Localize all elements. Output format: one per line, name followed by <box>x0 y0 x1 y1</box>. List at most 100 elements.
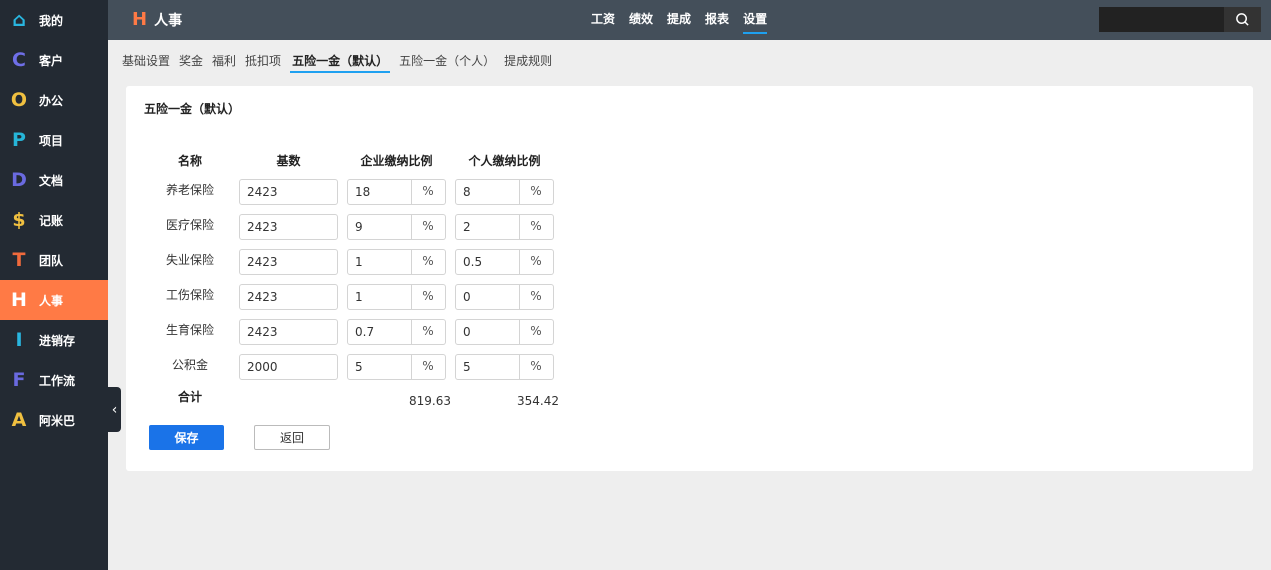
column-header-company-rate: 企业缴纳比例 <box>360 154 433 168</box>
company-rate-input[interactable]: 1 <box>347 249 412 275</box>
letter-o-icon: O <box>10 89 28 111</box>
sidebar-item-label: 记账 <box>39 213 64 228</box>
base-input[interactable]: 2423 <box>239 179 338 205</box>
letter-i-icon: I <box>15 329 23 351</box>
insurance-name: 养老保险 <box>165 183 214 197</box>
company-rate-input[interactable]: 0.7 <box>347 319 412 345</box>
insurance-card: 五险一金（默认） 名称 基数 企业缴纳比例 个人缴纳比例 养老保险 2423 1… <box>126 86 1253 471</box>
sidebar-item-label: 我的 <box>39 13 64 28</box>
sidebar-item-6[interactable]: T 团队 <box>0 240 108 280</box>
sidebar-item-0[interactable]: ⌂ 我的 <box>0 0 108 40</box>
chevron-left-icon: ‹ <box>111 401 118 418</box>
save-button[interactable]: 保存 <box>149 425 224 450</box>
percent-addon: % <box>519 354 554 380</box>
insurance-row: 公积金 2000 5 % 5 % <box>126 354 566 380</box>
base-input[interactable]: 2423 <box>239 214 338 240</box>
tab-item[interactable]: 五险一金（个人） <box>399 52 495 73</box>
percent-addon: % <box>519 319 554 345</box>
base-input[interactable]: 2423 <box>239 319 338 345</box>
sidebar-item-label: 进销存 <box>39 333 76 348</box>
sidebar-item-5[interactable]: $ 记账 <box>0 200 108 240</box>
letter-f-icon: F <box>12 369 26 391</box>
insurance-row: 工伤保险 2423 1 % 0 % <box>126 284 566 310</box>
search-input[interactable] <box>1099 7 1224 32</box>
company-rate-input[interactable]: 9 <box>347 214 412 240</box>
percent-addon: % <box>411 284 446 310</box>
top-nav-item[interactable]: 报表 <box>705 0 729 34</box>
letter-c-icon: C <box>12 49 26 71</box>
sidebar-item-10[interactable]: A 阿米巴 <box>0 400 108 440</box>
letter-p-icon: P <box>12 129 26 151</box>
personal-rate-input[interactable]: 5 <box>455 354 520 380</box>
hr-logo-icon: H <box>132 9 148 30</box>
column-header-name: 名称 <box>177 154 202 168</box>
base-input[interactable]: 2000 <box>239 354 338 380</box>
percent-addon: % <box>519 214 554 240</box>
collapse-sidebar-button[interactable]: ‹ <box>108 387 121 432</box>
company-rate-input[interactable]: 18 <box>347 179 412 205</box>
insurance-name: 工伤保险 <box>165 288 214 302</box>
tab-item[interactable]: 抵扣项 <box>245 52 281 73</box>
sidebar-item-7[interactable]: H 人事 <box>0 280 108 320</box>
sidebar-item-4[interactable]: D 文档 <box>0 160 108 200</box>
top-nav-item[interactable]: 工资 <box>591 0 615 34</box>
total-company: 819.63 <box>409 394 451 408</box>
top-nav-item[interactable]: 提成 <box>667 0 691 34</box>
tab-item[interactable]: 基础设置 <box>122 52 170 73</box>
insurance-row: 失业保险 2423 1 % 0.5 % <box>126 249 566 275</box>
app-brand: H 人事 <box>132 9 182 30</box>
tab-item[interactable]: 福利 <box>212 52 236 73</box>
sidebar-item-label: 工作流 <box>39 373 76 388</box>
tab-item[interactable]: 提成规则 <box>504 52 552 73</box>
sidebar: ⌂ 我的 C 客户 O 办公 P 项目 D 文档 $ 记账 T 团队 H 人事 I 进销存 F 工作流 A 阿米巴 <box>0 0 108 570</box>
sidebar-item-3[interactable]: P 项目 <box>0 120 108 160</box>
top-nav: 工资 绩效 提成 报表 设置 <box>591 0 768 34</box>
sidebar-item-label: 项目 <box>39 133 64 148</box>
sidebar-item-label: 阿米巴 <box>39 413 76 428</box>
insurance-name: 生育保险 <box>165 323 214 337</box>
search-box <box>1099 7 1261 32</box>
company-rate-input[interactable]: 5 <box>347 354 412 380</box>
sidebar-item-label: 人事 <box>39 293 64 308</box>
app-title: 人事 <box>154 12 183 29</box>
company-rate-input[interactable]: 1 <box>347 284 412 310</box>
percent-addon: % <box>411 249 446 275</box>
search-icon <box>1236 13 1249 26</box>
insurance-name: 失业保险 <box>165 253 214 267</box>
total-personal: 354.42 <box>517 394 559 408</box>
sidebar-item-2[interactable]: O 办公 <box>0 80 108 120</box>
sidebar-item-1[interactable]: C 客户 <box>0 40 108 80</box>
insurance-name: 公积金 <box>171 358 208 372</box>
personal-rate-input[interactable]: 0 <box>455 284 520 310</box>
top-bar: H 人事 工资 绩效 提成 报表 设置 <box>108 0 1271 40</box>
column-header-personal-rate: 个人缴纳比例 <box>468 154 541 168</box>
home-icon: ⌂ <box>12 9 26 31</box>
personal-rate-input[interactable]: 2 <box>455 214 520 240</box>
tab-item[interactable]: 五险一金（默认） <box>290 52 391 73</box>
insurance-row: 养老保险 2423 18 % 8 % <box>126 179 566 205</box>
letter-h-icon: H <box>11 289 27 311</box>
back-button[interactable]: 返回 <box>254 425 330 450</box>
personal-rate-input[interactable]: 0.5 <box>455 249 520 275</box>
letter-a-icon: A <box>11 409 27 431</box>
base-input[interactable]: 2423 <box>239 284 338 310</box>
top-nav-item[interactable]: 绩效 <box>629 0 653 34</box>
sidebar-item-label: 办公 <box>39 93 64 108</box>
sidebar-item-9[interactable]: F 工作流 <box>0 360 108 400</box>
base-input[interactable]: 2423 <box>239 249 338 275</box>
percent-addon: % <box>411 354 446 380</box>
sidebar-item-8[interactable]: I 进销存 <box>0 320 108 360</box>
insurance-row: 医疗保险 2423 9 % 2 % <box>126 214 566 240</box>
personal-rate-input[interactable]: 0 <box>455 319 520 345</box>
column-header-base: 基数 <box>276 154 301 168</box>
letter-t-icon: T <box>12 249 26 271</box>
personal-rate-input[interactable]: 8 <box>455 179 520 205</box>
tab-item[interactable]: 奖金 <box>179 52 203 73</box>
search-button[interactable] <box>1224 7 1261 32</box>
total-label: 合计 <box>177 390 202 404</box>
settings-tabs: 基础设置 奖金 福利 抵扣项 五险一金（默认） 五险一金（个人） 提成规则 <box>122 52 552 73</box>
top-nav-item[interactable]: 设置 <box>743 0 768 34</box>
percent-addon: % <box>411 214 446 240</box>
percent-addon: % <box>519 179 554 205</box>
dollar-icon: $ <box>12 209 26 231</box>
